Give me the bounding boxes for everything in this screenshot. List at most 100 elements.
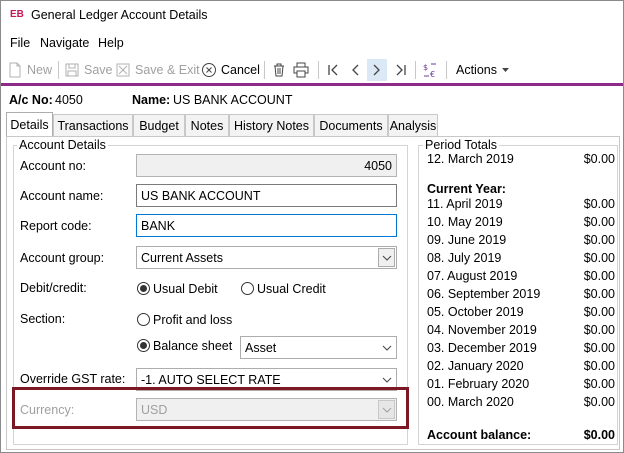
- period-label: 03. December 2019: [427, 341, 537, 355]
- window-title: General Ledger Account Details: [31, 8, 208, 22]
- svg-text:€: €: [430, 70, 435, 78]
- override-gst-label: Override GST rate:: [20, 372, 126, 386]
- name-value: US BANK ACCOUNT: [173, 93, 293, 107]
- report-code-label: Report code:: [20, 219, 92, 233]
- chevron-left-icon: [352, 64, 359, 76]
- menu-help[interactable]: Help: [98, 36, 124, 50]
- save-button-label: Save: [84, 63, 113, 77]
- menu-bar: File Navigate Help: [1, 33, 623, 53]
- toolbar-separator: [264, 61, 265, 79]
- save-exit-button-label: Save & Exit: [135, 63, 200, 77]
- previous-record-button[interactable]: [347, 59, 367, 81]
- report-code-field[interactable]: BANK: [136, 214, 397, 237]
- period-value: $0.00: [583, 359, 615, 373]
- period-value: $0.00: [583, 233, 615, 247]
- cancel-icon: [202, 63, 216, 77]
- account-balance-value: $0.00: [583, 428, 615, 442]
- period-value: $0.00: [583, 377, 615, 391]
- period-row: 12. March 2019 $0.00: [427, 152, 615, 168]
- period-label: 02. January 2020: [427, 359, 524, 373]
- new-button-label: New: [27, 63, 53, 77]
- save-exit-button[interactable]: Save & Exit: [115, 59, 200, 81]
- usual-debit-label: Usual Debit: [153, 282, 218, 296]
- account-no-label: Account no:: [20, 159, 87, 173]
- account-name-label: Account name:: [20, 189, 104, 203]
- currency-highlight: [12, 387, 409, 429]
- period-label: 07. August 2019: [427, 269, 518, 283]
- toolbar: New Save Save & Exit Cancel $ € Actions: [1, 56, 623, 83]
- window: EB General Ledger Account Details File N…: [0, 0, 624, 453]
- save-button[interactable]: Save: [64, 59, 113, 81]
- tab-analysis[interactable]: Analysis: [388, 114, 438, 136]
- first-icon: [328, 64, 338, 76]
- save-icon: [65, 63, 79, 77]
- first-record-button[interactable]: [325, 59, 345, 81]
- account-group-select[interactable]: Current Assets: [136, 246, 397, 269]
- period-label: 04. November 2019: [427, 323, 537, 337]
- section-type-dropdown[interactable]: [378, 338, 395, 357]
- actions-button-label: Actions: [456, 63, 497, 77]
- delete-button[interactable]: [271, 59, 291, 81]
- period-row: 01. February 2020 $0.00: [427, 377, 615, 393]
- cancel-button[interactable]: Cancel: [201, 59, 260, 81]
- new-button[interactable]: New: [7, 59, 52, 81]
- period-value: $0.00: [583, 287, 615, 301]
- tab-details[interactable]: Details: [6, 112, 53, 136]
- toolbar-separator: [318, 61, 319, 79]
- accent-bar: [1, 83, 623, 86]
- profit-loss-radio[interactable]: [137, 313, 150, 326]
- ac-no-value: 4050: [55, 93, 83, 107]
- usual-credit-radio[interactable]: [241, 282, 254, 295]
- tab-transactions[interactable]: Transactions: [53, 114, 133, 136]
- usual-credit-label: Usual Credit: [257, 282, 326, 296]
- last-icon: [396, 64, 406, 76]
- account-balance-row: Account balance: $0.00: [427, 428, 615, 444]
- period-value: $0.00: [583, 305, 615, 319]
- account-balance-label: Account balance:: [427, 428, 532, 442]
- period-row: 11. April 2019 $0.00: [427, 197, 615, 213]
- period-label: 08. July 2019: [427, 251, 502, 265]
- actions-button[interactable]: Actions: [456, 59, 509, 81]
- period-value: $0.00: [583, 215, 615, 229]
- debit-credit-label: Debit/credit:: [20, 281, 87, 295]
- period-label: 06. September 2019: [427, 287, 541, 301]
- period-value: $0.00: [583, 152, 615, 166]
- tab-documents[interactable]: Documents: [314, 114, 388, 136]
- section-type-select[interactable]: Asset: [240, 336, 397, 359]
- period-row: 09. June 2019 $0.00: [427, 233, 615, 249]
- balance-sheet-label: Balance sheet: [153, 339, 233, 353]
- period-value: $0.00: [583, 197, 615, 211]
- account-name-field[interactable]: US BANK ACCOUNT: [136, 184, 397, 207]
- save-exit-icon: [116, 63, 130, 77]
- period-totals-title: Period Totals: [423, 138, 500, 152]
- currency-convert-button[interactable]: $ €: [422, 59, 442, 81]
- toolbar-separator: [58, 61, 59, 79]
- chevron-down-icon: [382, 255, 391, 261]
- tab-budget[interactable]: Budget: [133, 114, 185, 136]
- app-logo: EB: [10, 9, 24, 20]
- menu-navigate[interactable]: Navigate: [40, 36, 89, 50]
- balance-sheet-radio[interactable]: [137, 339, 150, 352]
- next-record-button[interactable]: [367, 59, 387, 81]
- period-row: 04. November 2019 $0.00: [427, 323, 615, 339]
- account-group-value: Current Assets: [141, 251, 223, 265]
- account-group-dropdown[interactable]: [378, 248, 395, 267]
- last-record-button[interactable]: [393, 59, 413, 81]
- tab-history-notes[interactable]: History Notes: [229, 114, 314, 136]
- period-value: $0.00: [583, 341, 615, 355]
- usual-debit-radio[interactable]: [137, 282, 150, 295]
- period-label: 01. February 2020: [427, 377, 530, 391]
- account-no-field[interactable]: 4050: [136, 154, 397, 177]
- toolbar-separator: [446, 61, 447, 79]
- menu-file[interactable]: File: [10, 36, 30, 50]
- period-label: 05. October 2019: [427, 305, 524, 319]
- print-button[interactable]: [293, 59, 313, 81]
- tab-notes[interactable]: Notes: [185, 114, 229, 136]
- period-value: $0.00: [583, 269, 615, 283]
- account-group-label: Account group:: [20, 251, 105, 265]
- trash-icon: [274, 63, 284, 77]
- account-details-title: Account Details: [17, 138, 108, 152]
- svg-text:$: $: [423, 63, 428, 72]
- period-row: 10. May 2019 $0.00: [427, 215, 615, 231]
- chevron-right-icon: [373, 64, 380, 76]
